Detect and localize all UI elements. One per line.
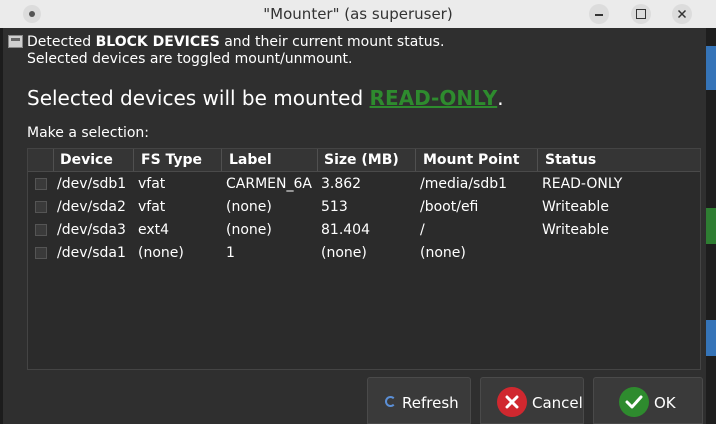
cell-size: 513: [321, 199, 348, 215]
cell-mount-point: /: [420, 222, 425, 238]
cancel-button[interactable]: Cancel: [480, 377, 584, 424]
cell-size: 3.862: [321, 176, 362, 192]
cell-fs-type: vfat: [138, 199, 166, 215]
cell-label: (none): [226, 199, 272, 215]
refresh-button-label: Refresh: [402, 394, 459, 412]
check-circle-icon: [619, 387, 649, 417]
minimize-button[interactable]: [589, 4, 609, 24]
close-button[interactable]: [672, 4, 692, 24]
table-row[interactable]: /dev/sdb1 vfat CARMEN_6A 3.862 /media/sd…: [28, 173, 700, 196]
ok-button[interactable]: OK: [593, 377, 703, 424]
cell-status: Writeable: [542, 199, 609, 215]
cell-device: /dev/sdb1: [57, 176, 127, 192]
cell-size: 81.404: [321, 222, 370, 238]
table-header: Device FS Type Label Size (MB) Mount Poi…: [28, 149, 700, 172]
cell-status: Writeable: [542, 222, 609, 238]
info-line-2: Selected devices are toggled mount/unmou…: [27, 51, 353, 67]
cell-mount-point: (none): [420, 245, 466, 261]
cell-label: 1: [226, 245, 235, 261]
cell-fs-type: vfat: [138, 176, 166, 192]
dialog-content: Detected BLOCK DEVICES and their current…: [3, 28, 706, 424]
cell-fs-type: ext4: [138, 222, 170, 238]
column-header-status[interactable]: Status: [545, 152, 596, 168]
maximize-button[interactable]: [631, 4, 651, 24]
table-row[interactable]: /dev/sda1 (none) 1 (none) (none): [28, 242, 700, 265]
cell-device: /dev/sda3: [57, 222, 126, 238]
column-header-device[interactable]: Device: [60, 152, 113, 168]
cancel-button-label: Cancel: [532, 394, 583, 412]
table-row[interactable]: /dev/sda3 ext4 (none) 81.404 / Writeable: [28, 219, 700, 242]
cell-device: /dev/sda1: [57, 245, 126, 261]
row-checkbox[interactable]: [35, 224, 47, 236]
x-circle-icon: [497, 387, 527, 417]
ok-button-label: OK: [654, 394, 676, 412]
table-row[interactable]: /dev/sda2 vfat (none) 513 /boot/efi Writ…: [28, 196, 700, 219]
cell-mount-point: /media/sdb1: [420, 176, 508, 192]
column-header-size[interactable]: Size (MB): [324, 152, 399, 168]
info-line-1: Detected BLOCK DEVICES and their current…: [27, 34, 445, 50]
device-table: Device FS Type Label Size (MB) Mount Poi…: [27, 148, 701, 370]
cell-label: (none): [226, 222, 272, 238]
title-bar: "Mounter" (as superuser): [0, 0, 716, 28]
selection-label: Make a selection:: [27, 125, 150, 141]
column-header-fs-type[interactable]: FS Type: [141, 152, 202, 168]
refresh-icon: [385, 396, 396, 407]
drive-icon: [8, 35, 23, 48]
column-header-mount-point[interactable]: Mount Point: [423, 152, 519, 168]
column-header-label[interactable]: Label: [229, 152, 272, 168]
background-window-edge: [706, 28, 716, 424]
cell-device: /dev/sda2: [57, 199, 126, 215]
row-checkbox[interactable]: [35, 247, 47, 259]
read-only-mode-label: READ-ONLY: [369, 86, 498, 110]
cell-status: READ-ONLY: [542, 176, 623, 192]
cell-mount-point: /boot/efi: [420, 199, 479, 215]
cell-fs-type: (none): [138, 245, 184, 261]
row-checkbox[interactable]: [35, 201, 47, 213]
cell-size: (none): [321, 245, 367, 261]
cell-label: CARMEN_6A: [226, 176, 312, 192]
close-icon: [677, 9, 687, 19]
refresh-button[interactable]: Refresh: [367, 377, 471, 424]
mount-mode-heading: Selected devices will be mounted READ-ON…: [27, 86, 504, 110]
row-checkbox[interactable]: [35, 178, 47, 190]
